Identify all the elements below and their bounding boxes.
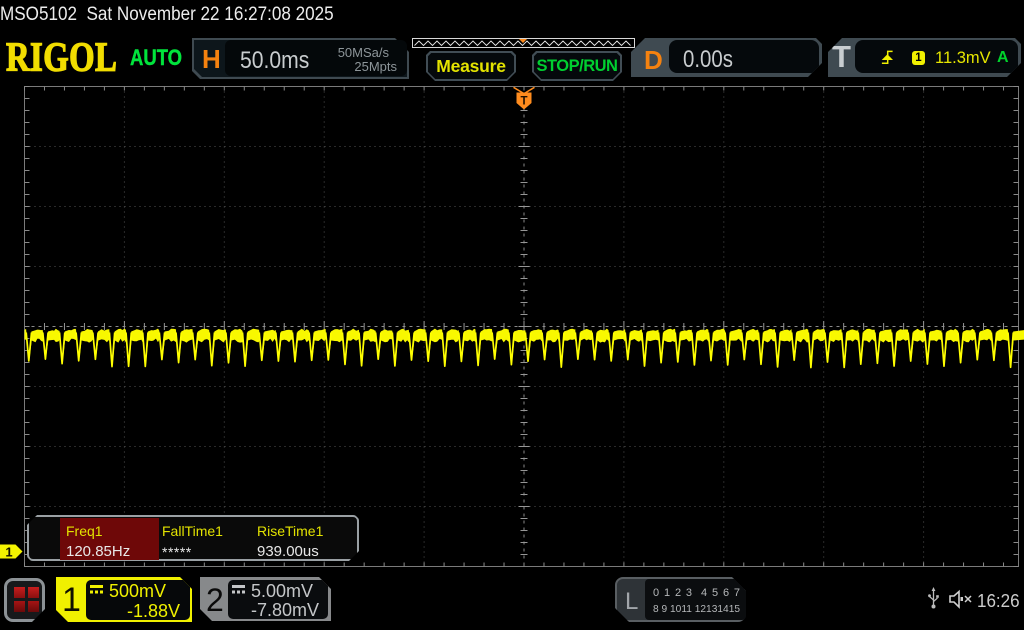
svg-text:1: 1 <box>5 545 12 560</box>
svg-text:T: T <box>520 96 527 108</box>
